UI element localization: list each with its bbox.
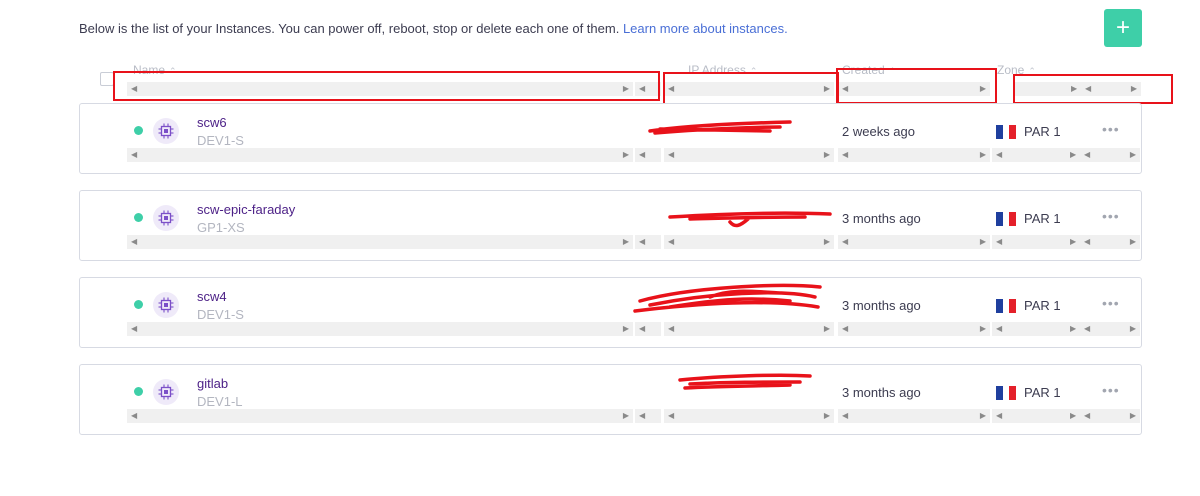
row-scrollbar[interactable]: ◀ ▶ — [838, 235, 990, 249]
cpu-chip-icon — [153, 118, 179, 144]
more-options-icon[interactable]: ••• — [1102, 121, 1120, 137]
add-instance-button[interactable]: + — [1104, 9, 1142, 47]
status-dot-icon — [134, 387, 143, 396]
row-scrollbar[interactable]: ◀ ▶ ◀ ▶ — [992, 235, 1140, 249]
scroll-left-icon[interactable]: ◀ — [1084, 322, 1090, 336]
scroll-right-icon[interactable]: ▶ — [980, 235, 986, 249]
annotation-box-created — [836, 68, 997, 104]
more-options-icon[interactable]: ••• — [1102, 208, 1120, 224]
scroll-right-icon[interactable]: ▶ — [623, 148, 629, 162]
scroll-right-icon[interactable]: ▶ — [623, 409, 629, 423]
created-date: 3 months ago — [842, 298, 921, 313]
france-flag-icon — [996, 212, 1017, 226]
scroll-left-icon[interactable]: ◀ — [842, 235, 848, 249]
instance-type: DEV1-S — [197, 133, 244, 148]
instance-type: GP1-XS — [197, 220, 245, 235]
annotation-box-ip — [663, 72, 839, 105]
created-date: 3 months ago — [842, 385, 921, 400]
row-scrollbar[interactable]: ◀ ▶ ◀ ▶ — [992, 148, 1140, 162]
scroll-right-icon[interactable]: ▶ — [623, 235, 629, 249]
table-row[interactable]: scw-epic-faraday GP1-XS 3 months ago PAR… — [79, 190, 1142, 261]
instance-name[interactable]: gitlab — [197, 376, 228, 391]
scroll-left-icon[interactable]: ◀ — [1084, 235, 1090, 249]
annotation-box-name — [113, 71, 660, 101]
zone-label: PAR 1 — [1024, 211, 1061, 226]
scroll-left-icon[interactable]: ◀ — [131, 322, 137, 336]
cpu-chip-icon — [153, 205, 179, 231]
more-options-icon[interactable]: ••• — [1102, 295, 1120, 311]
intro-description: Below is the list of your Instances. You… — [79, 21, 620, 36]
annotation-box-zone — [1013, 74, 1173, 104]
scroll-left-icon[interactable]: ◀ — [131, 148, 137, 162]
scroll-right-icon[interactable]: ▶ — [623, 322, 629, 336]
instance-name[interactable]: scw4 — [197, 289, 227, 304]
cpu-chip-icon — [153, 379, 179, 405]
created-date: 2 weeks ago — [842, 124, 915, 139]
status-dot-icon — [134, 126, 143, 135]
scroll-right-icon[interactable]: ▶ — [980, 148, 986, 162]
row-scrollbar[interactable]: ◀ ▶ — [127, 322, 633, 336]
scroll-left-icon[interactable]: ◀ — [131, 409, 137, 423]
instance-type: DEV1-S — [197, 307, 244, 322]
table-row[interactable]: scw6 DEV1-S 2 weeks ago PAR 1 ••• — [79, 103, 1142, 174]
row-scrollbar[interactable]: ◀ ▶ — [127, 235, 633, 249]
scroll-left-icon[interactable]: ◀ — [842, 148, 848, 162]
scroll-right-icon[interactable]: ▶ — [1130, 235, 1136, 249]
scroll-left-icon[interactable]: ◀ — [996, 322, 1002, 336]
scroll-left-icon[interactable]: ◀ — [996, 409, 1002, 423]
row-scrollbar[interactable]: ◀ ▶ — [838, 148, 990, 162]
status-dot-icon — [134, 213, 143, 222]
scroll-right-icon[interactable]: ▶ — [980, 409, 986, 423]
scroll-right-icon[interactable]: ▶ — [1070, 409, 1076, 423]
ip-redaction-scribble — [633, 283, 822, 313]
scroll-right-icon[interactable]: ▶ — [1130, 148, 1136, 162]
scroll-right-icon[interactable]: ▶ — [980, 322, 986, 336]
scroll-right-icon[interactable]: ▶ — [1130, 322, 1136, 336]
scroll-right-icon[interactable]: ▶ — [1070, 322, 1076, 336]
select-all-checkbox[interactable] — [100, 72, 114, 86]
instance-name[interactable]: scw6 — [197, 115, 227, 130]
france-flag-icon — [996, 299, 1017, 313]
scroll-left-icon[interactable]: ◀ — [996, 235, 1002, 249]
scroll-left-icon[interactable]: ◀ — [842, 409, 848, 423]
zone-label: PAR 1 — [1024, 124, 1061, 139]
ip-redaction-scribble — [668, 211, 832, 228]
scroll-left-icon[interactable]: ◀ — [131, 235, 137, 249]
intro-text: Below is the list of your Instances. You… — [79, 21, 788, 36]
ip-redaction-scribble — [648, 120, 792, 135]
scroll-left-icon[interactable]: ◀ — [1084, 148, 1090, 162]
learn-more-link[interactable]: Learn more about instances. — [623, 21, 788, 36]
france-flag-icon — [996, 125, 1017, 139]
instance-type: DEV1-L — [197, 394, 243, 409]
row-scrollbar[interactable]: ◀ ▶ ◀ ▶ — [992, 322, 1140, 336]
row-scrollbar[interactable]: ◀ ▶ — [127, 409, 633, 423]
scroll-left-icon[interactable]: ◀ — [996, 148, 1002, 162]
row-scrollbar[interactable]: ◀ ▶ — [838, 409, 990, 423]
table-row[interactable]: gitlab DEV1-L 3 months ago PAR 1 ••• — [79, 364, 1142, 435]
zone-label: PAR 1 — [1024, 298, 1061, 313]
row-scrollbar[interactable]: ◀ ▶ ◀ ▶ — [992, 409, 1140, 423]
scroll-right-icon[interactable]: ▶ — [1130, 409, 1136, 423]
scroll-left-icon[interactable]: ◀ — [1084, 409, 1090, 423]
scroll-left-icon[interactable]: ◀ — [842, 322, 848, 336]
ip-redaction-scribble — [678, 373, 812, 390]
row-scrollbar[interactable]: ◀ ▶ — [127, 148, 633, 162]
created-date: 3 months ago — [842, 211, 921, 226]
zone-label: PAR 1 — [1024, 385, 1061, 400]
plus-icon: + — [1115, 14, 1130, 41]
france-flag-icon — [996, 386, 1017, 400]
cpu-chip-icon — [153, 292, 179, 318]
instance-name[interactable]: scw-epic-faraday — [197, 202, 295, 217]
status-dot-icon — [134, 300, 143, 309]
scroll-right-icon[interactable]: ▶ — [1070, 235, 1076, 249]
row-scrollbar[interactable]: ◀ ▶ — [838, 322, 990, 336]
more-options-icon[interactable]: ••• — [1102, 382, 1120, 398]
table-row[interactable]: scw4 DEV1-S 3 months ago PAR 1 ••• — [79, 277, 1142, 348]
scroll-right-icon[interactable]: ▶ — [1070, 148, 1076, 162]
